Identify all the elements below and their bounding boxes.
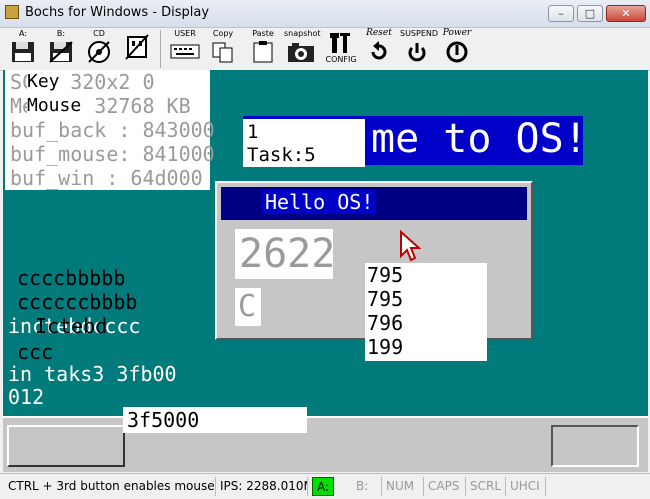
address-value: 3f5000 (127, 408, 200, 432)
camera-icon (288, 43, 314, 62)
banner-text: me to OS! (371, 116, 588, 162)
address-box: 3f5000 (123, 407, 307, 433)
paste-button[interactable]: Paste (246, 29, 280, 69)
toolbar: A: B: CD USER Copy Paste snapshot CONFIG… (0, 28, 650, 71)
minimize-button[interactable]: – (548, 5, 574, 22)
toolbar-separator (160, 30, 161, 68)
uhci-indicator: UHCI (506, 477, 546, 496)
title-bar[interactable]: Bochs for Windows - Display – □ ✕ (0, 0, 650, 28)
suspend-button[interactable]: SUSPEND (400, 29, 439, 69)
key-label: Key (27, 70, 60, 94)
num-lock-indicator: NUM (382, 477, 424, 496)
usb-device-icon (125, 34, 149, 60)
taks-line: in taks3 3fb00 (8, 362, 177, 386)
number-item: 199 (367, 335, 404, 359)
paste-label: Paste (252, 29, 274, 38)
number-item: 796 (367, 311, 404, 335)
copy-icon (212, 42, 233, 63)
bochs-app-icon (5, 5, 19, 19)
suspend-label: SUSPEND (400, 29, 439, 38)
console-line-3: ccc (17, 340, 54, 364)
task-line-2: Task:5 (247, 144, 316, 166)
cdrom-label: CD (93, 29, 105, 38)
power-label: Power (442, 28, 472, 38)
floppy-a-label: A: (18, 29, 28, 38)
scroll-lock-indicator: SCRL (466, 477, 506, 496)
reset-button[interactable]: Reset (362, 29, 396, 69)
console-overlap-black: Ictebd (35, 314, 108, 338)
os-tray (551, 425, 639, 467)
hello-window-titlebar[interactable]: Hello OS! (221, 187, 527, 220)
mouse-hint: CTRL + 3rd button enables mouse (4, 477, 216, 496)
cdrom-icon (88, 41, 110, 63)
maximize-icon: □ (584, 7, 596, 20)
number-item: 795 (367, 263, 404, 287)
close-button[interactable]: ✕ (606, 5, 646, 22)
number-item: 795 (367, 287, 404, 311)
counter-value: 2622 (239, 231, 336, 277)
copy-label: Copy (212, 29, 234, 38)
debug-panel: SCRN 320x2 0 Key Memory 32768 KB Mouse b… (5, 70, 215, 190)
buf-mouse-line: buf_mouse: 841000 (10, 142, 215, 166)
paste-icon (253, 41, 273, 63)
buf-win-line: buf_win : 64d000 (10, 166, 203, 190)
suspend-icon (408, 43, 426, 62)
config-button[interactable]: CONFIG (324, 29, 358, 69)
usb-button[interactable] (120, 29, 154, 69)
welcome-banner: me to OS! 1 Task:5 (243, 116, 588, 167)
caps-lock-indicator: CAPS (424, 477, 466, 496)
num-line: 012 (8, 385, 45, 409)
c-char-box: C (235, 288, 261, 326)
floppy-disk-icon (12, 42, 34, 62)
hello-window-title: Hello OS! (262, 190, 377, 214)
c-char: C (238, 289, 257, 324)
minimize-icon: – (558, 7, 564, 20)
copy-button[interactable]: Copy (206, 29, 240, 69)
user-button[interactable]: USER (168, 29, 202, 69)
console-line-2: ccccccbbbb (17, 290, 138, 314)
mouse-label: Mouse (27, 94, 82, 118)
floppy-a-button[interactable]: A: (6, 29, 40, 69)
user-label: USER (174, 29, 196, 38)
reset-label: Reset (366, 28, 392, 38)
keyboard-icon (170, 44, 200, 59)
mouse-cursor-icon (400, 230, 421, 262)
os-start-button[interactable] (7, 425, 125, 467)
snapshot-button[interactable]: snapshot (284, 29, 321, 69)
console-line-1: ccccbbbbb (17, 266, 126, 290)
reset-icon (371, 41, 387, 60)
counter-box: 2622 (235, 229, 336, 279)
task-line-1: 1 (247, 121, 259, 143)
floppy-disk-icon (49, 41, 73, 63)
close-icon: ✕ (621, 7, 631, 20)
power-button[interactable]: Power (440, 29, 474, 69)
task-window: 1 Task:5 (243, 119, 365, 167)
maximize-button[interactable]: □ (577, 5, 603, 22)
cdrom-button[interactable]: CD (82, 29, 116, 69)
config-label: CONFIG (325, 55, 357, 64)
emulator-display[interactable]: SCRN 320x2 0 Key Memory 32768 KB Mouse b… (3, 70, 648, 472)
ips-readout: IPS: 2288.010M (216, 477, 308, 496)
window-title: Bochs for Windows - Display (25, 5, 210, 20)
floppy-a-led: A: (312, 477, 334, 496)
floppy-b-button[interactable]: B: (44, 29, 78, 69)
floppy-b-led: B: (352, 477, 382, 496)
buf-back-line: buf_back : 843000 (10, 118, 215, 142)
os-taskbar (3, 416, 648, 472)
number-list: 795 795 796 199 (365, 263, 487, 361)
status-bar: CTRL + 3rd button enables mouse IPS: 228… (0, 473, 650, 499)
power-icon (446, 41, 468, 63)
tools-icon (330, 33, 350, 53)
snapshot-label: snapshot (284, 29, 321, 38)
floppy-b-label: B: (56, 29, 66, 38)
